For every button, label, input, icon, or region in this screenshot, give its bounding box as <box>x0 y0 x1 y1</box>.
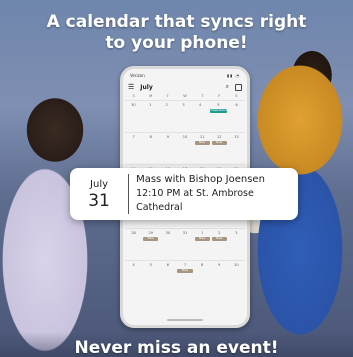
calendar-event-chip[interactable]: Mass <box>177 269 193 273</box>
event-date-day: 31 <box>88 190 110 211</box>
weekday-label: S <box>235 94 238 98</box>
weekday-label: F <box>218 94 221 98</box>
menu-icon[interactable]: ☰ <box>128 83 134 91</box>
calendar-event-chip[interactable]: Mass <box>211 141 227 145</box>
calendar-day-number: 11 <box>199 135 205 139</box>
home-indicator <box>167 319 203 321</box>
headline-top-line2: to your phone! <box>105 33 248 53</box>
calendar-week-row: 30 1 2 3 4 5 Independence 6 <box>125 100 245 132</box>
calendar-day-number: 1 <box>148 103 152 107</box>
calendar-day-number: 29 <box>148 231 153 235</box>
calendar-day-number: 30 <box>131 103 136 107</box>
calendar-day-number: 31 <box>182 231 188 235</box>
calendar-day-cell[interactable]: 1 Mass <box>194 229 211 260</box>
weekday-header: SMTWTFS <box>123 94 247 100</box>
calendar-day-cell[interactable]: 1 <box>142 101 159 132</box>
calendar-day-cell[interactable]: 5 <box>142 261 159 292</box>
phone-status-bar: Verizon ▮▮ ◔ <box>123 69 247 80</box>
calendar-day-cell[interactable]: 7 Mass <box>176 261 193 292</box>
calendar-day-number: 10 <box>182 135 188 139</box>
calendar-day-number: 5 <box>149 263 152 267</box>
calendar-day-cell[interactable]: 5 Independence <box>209 101 229 132</box>
calendar-day-number: 3 <box>235 231 238 235</box>
event-title: Mass with Bishop Joensen <box>136 174 265 185</box>
calendar-day-cell[interactable]: 30 <box>159 229 176 260</box>
calendar-day-number: 3 <box>182 103 185 107</box>
search-icon[interactable]: ⌕ <box>226 83 229 91</box>
calendar-month-title: July <box>140 83 153 91</box>
calendar-day-cell[interactable]: 2 Mass <box>211 229 228 260</box>
calendar-day-number: 2 <box>165 103 168 107</box>
calendar-event-chip[interactable]: Mass <box>194 141 210 145</box>
promo-graphic: A calendar that syncs right to your phon… <box>0 0 353 357</box>
signal-battery-icon: ▮▮ ◔ <box>226 73 240 78</box>
calendar-day-cell[interactable]: 8 <box>194 261 211 292</box>
calendar-day-cell[interactable]: 3 <box>228 229 245 260</box>
calendar-day-number: 2 <box>218 231 221 235</box>
weekday-label: M <box>149 94 153 98</box>
calendar-week-row: 4 5 6 7 Mass 8 9 10 <box>125 260 245 292</box>
calendar-day-cell[interactable]: 3 <box>175 101 192 132</box>
calendar-day-cell[interactable]: 7 <box>125 133 142 164</box>
calendar-day-cell[interactable]: 28 <box>125 229 142 260</box>
calendar-day-number: 10 <box>234 263 239 267</box>
calendar-today-icon[interactable] <box>235 83 242 91</box>
calendar-event-chip[interactable]: Independence <box>209 109 228 113</box>
headline-top-line1: A calendar that syncs right <box>46 12 307 32</box>
calendar-day-cell[interactable]: 9 <box>211 261 228 292</box>
calendar-day-cell[interactable]: 11 Mass <box>194 133 211 164</box>
event-info: Mass with Bishop Joensen 12:10 PM at St.… <box>129 173 298 215</box>
weekday-label: W <box>183 94 187 98</box>
headline-top: A calendar that syncs right to your phon… <box>0 12 353 54</box>
calendar-day-cell[interactable]: 12 Mass <box>211 133 228 164</box>
calendar-day-number: 9 <box>166 135 169 139</box>
calendar-week-row: 7 8 9 10 11 Mass 12 Mass 13 <box>125 132 245 164</box>
calendar-day-number: 8 <box>149 135 152 139</box>
calendar-day-cell[interactable]: 6 <box>228 101 245 132</box>
calendar-day-cell[interactable]: 2 <box>158 101 175 132</box>
calendar-day-number: 6 <box>166 263 169 267</box>
calendar-day-cell[interactable]: 31 <box>176 229 193 260</box>
weekday-label: T <box>201 94 204 98</box>
calendar-event-chip[interactable]: Mass <box>143 237 159 241</box>
calendar-event-chip[interactable]: Mass <box>211 237 227 241</box>
calendar-day-number: 7 <box>183 263 187 267</box>
event-date-month: July <box>90 178 109 190</box>
event-card[interactable]: July 31 Mass with Bishop Joensen 12:10 P… <box>70 168 298 220</box>
calendar-day-cell[interactable]: 9 <box>159 133 176 164</box>
calendar-day-cell[interactable]: 10 <box>176 133 193 164</box>
calendar-day-cell[interactable]: 8 <box>142 133 159 164</box>
calendar-day-number: 5 <box>217 103 220 107</box>
weekday-label: S <box>132 94 135 98</box>
event-date: July 31 <box>70 178 128 211</box>
calendar-day-number: 1 <box>201 231 204 235</box>
calendar-day-number: 7 <box>132 135 135 139</box>
calendar-day-cell[interactable]: 6 <box>159 261 176 292</box>
calendar-day-cell[interactable]: 10 <box>228 261 245 292</box>
calendar-event-chip[interactable]: Mass <box>194 237 210 241</box>
calendar-day-number: 12 <box>217 135 222 139</box>
calendar-app-bar: ☰ July ⌕ <box>123 80 247 94</box>
calendar-day-number: 4 <box>132 263 135 267</box>
calendar-day-number: 9 <box>218 263 221 267</box>
calendar-day-cell[interactable]: 4 <box>125 261 142 292</box>
calendar-day-cell[interactable]: 29 Mass <box>142 229 159 260</box>
headline-bottom: Never miss an event! <box>74 338 279 357</box>
calendar-day-number: 8 <box>201 263 204 267</box>
carrier-label: Verizon <box>130 73 145 78</box>
calendar-day-cell[interactable]: 4 <box>192 101 209 132</box>
calendar-day-number: 28 <box>131 231 136 235</box>
event-details: 12:10 PM at St. Ambrose Cathedral <box>136 188 254 213</box>
calendar-week-row: 28 29 Mass 30 31 1 Mass 2 Mass 3 <box>125 228 245 260</box>
calendar-day-cell[interactable]: 30 <box>125 101 142 132</box>
calendar-day-cell[interactable]: 13 <box>228 133 245 164</box>
calendar-day-number: 30 <box>165 231 171 235</box>
calendar-day-number: 4 <box>199 103 202 107</box>
calendar-day-number: 6 <box>235 103 238 107</box>
weekday-label: T <box>166 94 169 98</box>
calendar-day-number: 13 <box>234 135 239 139</box>
